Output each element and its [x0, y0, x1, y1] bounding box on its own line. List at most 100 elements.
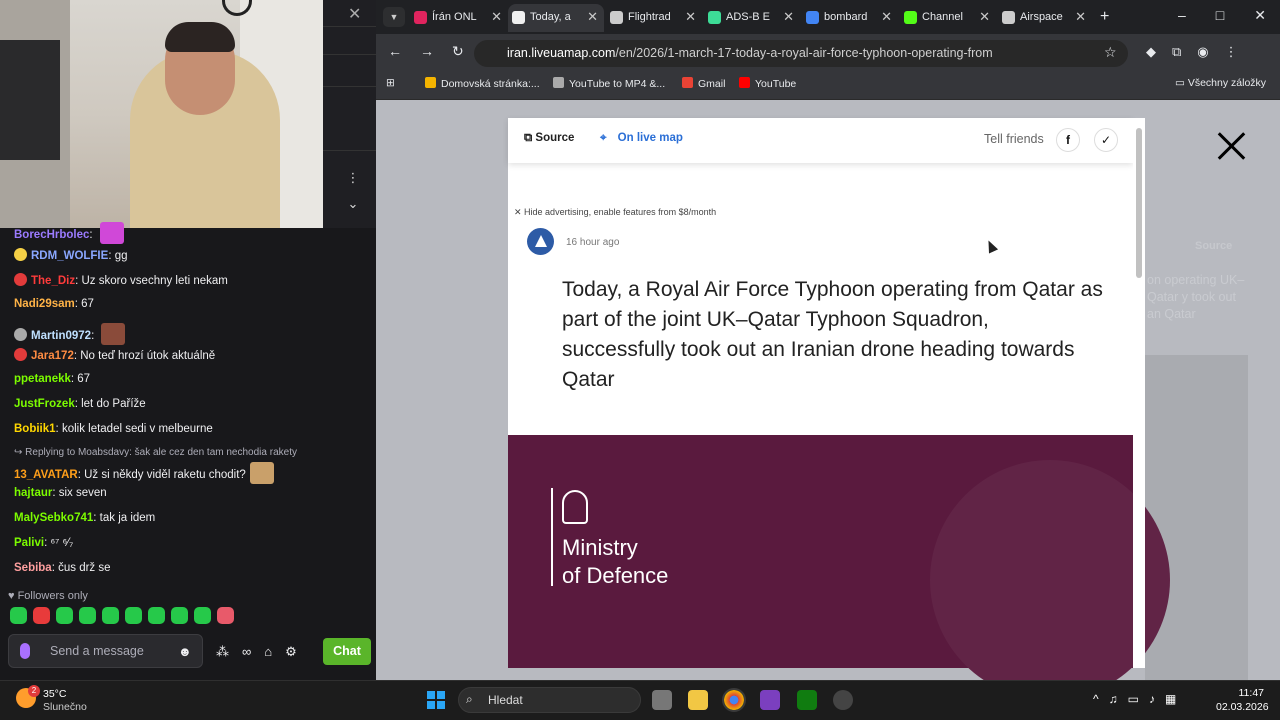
chrome-icon[interactable]	[722, 688, 746, 712]
chat-username[interactable]: hajtaur	[14, 487, 52, 499]
chat-message: Palivi: ⁶⁷ ⁶⁄₇	[14, 537, 74, 549]
hide-ads-link[interactable]: ✕ Hide advertising, enable features from…	[514, 207, 716, 218]
chat-username[interactable]: Palivi	[14, 537, 44, 549]
bookmark-yt-mp4[interactable]: YouTube to MP4 &...	[553, 77, 665, 90]
obs-icon[interactable]	[833, 690, 853, 710]
chat-text: 67	[77, 373, 91, 385]
tab-close-icon[interactable]: ✕	[491, 4, 502, 30]
browser-tab[interactable]: bombard ✕	[802, 4, 898, 32]
windows-start-icon[interactable]	[427, 691, 445, 709]
extension-icons[interactable]: ◆⧉◉⋮	[1146, 44, 1254, 60]
emote[interactable]	[56, 607, 73, 624]
emote[interactable]	[194, 607, 211, 624]
apps-icon[interactable]: ⊞	[386, 77, 395, 89]
background-news-column	[1145, 355, 1248, 680]
close-icon[interactable]: ✕	[348, 4, 361, 24]
url-text[interactable]: iran.liveuamap.com/en/2026/1-march-17-to…	[507, 46, 993, 60]
chat-username[interactable]: 13_AVATAR	[14, 469, 78, 481]
all-bookmarks[interactable]: ▭ Všechny záložky	[1175, 77, 1266, 89]
chat-message: BorecHrbolec:	[14, 222, 124, 244]
mic-icon[interactable]	[20, 643, 30, 659]
bookmark-youtube[interactable]: YouTube	[739, 77, 796, 90]
user-badge-icon	[14, 273, 27, 286]
task-view-icon[interactable]	[652, 690, 672, 710]
chat-username[interactable]: MalySebko741	[14, 512, 93, 524]
app-icon[interactable]	[760, 690, 780, 710]
file-explorer-icon[interactable]	[688, 690, 708, 710]
clock[interactable]: 11:47 02.03.2026	[1216, 686, 1269, 714]
chat-more-icon[interactable]: ⋮ ⌄	[340, 165, 366, 217]
emote[interactable]	[102, 607, 119, 624]
on-live-map-link[interactable]: ⌖ On live map	[600, 132, 683, 145]
mod-logo-line	[551, 488, 553, 586]
bookmark-gmail[interactable]: Gmail	[682, 77, 725, 90]
chat-text: Už si někdy viděl raketu chodit?	[84, 469, 246, 481]
emote[interactable]	[33, 607, 50, 624]
chat-message: MalySebko741: tak ja idem	[14, 512, 156, 524]
tab-close-icon[interactable]: ✕	[783, 4, 794, 30]
chat-text: gg	[114, 250, 128, 262]
emote-row[interactable]	[10, 607, 240, 627]
tab-close-icon[interactable]: ✕	[881, 4, 892, 30]
emoji-icon[interactable]: ☻	[178, 644, 192, 659]
browser-tab[interactable]: Today, a ✕	[508, 4, 604, 32]
chat-username[interactable]: Nadi29sam	[14, 298, 75, 310]
tab-close-icon[interactable]: ✕	[1075, 4, 1086, 30]
browser-tab[interactable]: ADS-B E ✕	[704, 4, 800, 32]
chat-username[interactable]: BorecHrbolec	[14, 229, 89, 241]
tab-label: Írán ONL	[432, 11, 477, 23]
new-tab-icon[interactable]: +	[1100, 8, 1109, 26]
chat-username[interactable]: The_Diz	[31, 275, 75, 287]
chat-username[interactable]: Bobiik1	[14, 423, 56, 435]
chat-emote	[99, 222, 124, 244]
browser-tab[interactable]: Írán ONL ✕	[410, 4, 508, 32]
taskbar-search[interactable]	[458, 687, 641, 713]
window-controls[interactable]: –□✕	[1178, 7, 1280, 24]
emote[interactable]	[10, 607, 27, 624]
nav-buttons[interactable]: ←→↻	[388, 43, 482, 60]
bookmark-home[interactable]: Domovská stránka:...	[425, 77, 540, 90]
emote[interactable]	[125, 607, 142, 624]
bookmark-star-icon[interactable]: ☆	[1104, 44, 1117, 61]
emote[interactable]	[148, 607, 165, 624]
emote[interactable]	[217, 607, 234, 624]
tab-favicon-icon	[512, 11, 525, 24]
weather-badge: 2	[28, 685, 40, 697]
url-path: /en/2026/1-march-17-today-a-royal-air-fo…	[615, 46, 993, 60]
chat-username[interactable]: Martin0972	[31, 330, 91, 342]
background-article-text: on operating UK–Qatar y took out an Qata…	[1147, 273, 1245, 321]
chat-controls-icons[interactable]: ⁂∞⌂⚙	[216, 644, 310, 660]
twitter-icon[interactable]: ✓	[1094, 128, 1118, 152]
facebook-icon[interactable]: f	[1056, 128, 1080, 152]
tab-search-icon[interactable]: ▼	[383, 7, 405, 27]
tab-label: ADS-B E	[726, 11, 771, 23]
chat-username[interactable]: JustFrozek	[14, 398, 75, 410]
article-headline: Today, a Royal Air Force Typhoon operati…	[562, 278, 1103, 391]
chat-send-button[interactable]: Chat	[323, 638, 371, 665]
source-avatar-icon	[527, 228, 554, 255]
user-badge-icon	[14, 248, 27, 261]
close-modal-icon[interactable]	[1216, 130, 1246, 162]
emote[interactable]	[79, 607, 96, 624]
weather-desc[interactable]: Slunečno	[43, 701, 87, 713]
browser-tab[interactable]: Channel ✕	[900, 4, 996, 32]
system-tray[interactable]: ^♫▭♪▦	[1093, 692, 1186, 706]
browser-tab[interactable]: Airspace ✕	[998, 4, 1092, 32]
chat-username[interactable]: Sebiba	[14, 562, 52, 574]
browser-tab[interactable]: Flightrad ✕	[606, 4, 702, 32]
modal-scroll-thumb[interactable]	[1136, 128, 1142, 278]
xbox-icon[interactable]	[797, 690, 817, 710]
chat-text: six seven	[58, 487, 107, 499]
chat-username[interactable]: RDM_WOLFIE	[31, 250, 108, 262]
chat-message: ppetanekk: 67	[14, 373, 91, 385]
chat-username[interactable]: ppetanekk	[14, 373, 71, 385]
weather-temp[interactable]: 35°C	[43, 688, 66, 700]
tab-close-icon[interactable]: ✕	[979, 4, 990, 30]
emote[interactable]	[171, 607, 188, 624]
chat-message: JustFrozek: let do Paříže	[14, 398, 146, 410]
source-link[interactable]: ⧉ Source	[524, 132, 574, 145]
tab-close-icon[interactable]: ✕	[587, 4, 598, 30]
tab-close-icon[interactable]: ✕	[685, 4, 696, 30]
chat-username[interactable]: Jara172	[31, 350, 74, 362]
chat-input-placeholder: Send a message	[50, 644, 144, 658]
